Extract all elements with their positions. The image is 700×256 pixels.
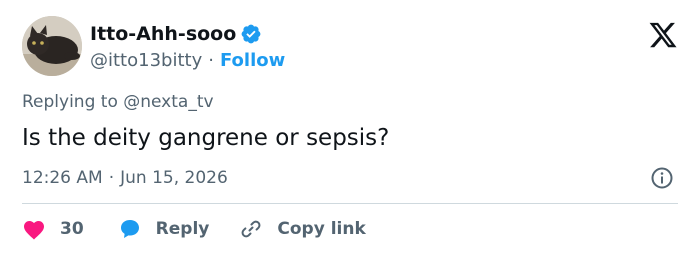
author-name-row: Itto-Ahh-sooo [90, 20, 262, 48]
tweet-actions-bar: 30 Reply Copy link [22, 214, 366, 244]
tweet-time: 12:26 AM [22, 168, 103, 188]
like-button[interactable]: 30 [22, 218, 84, 240]
replying-to-prefix: Replying to [22, 92, 118, 112]
avatar[interactable] [22, 16, 82, 76]
like-count: 30 [60, 219, 84, 239]
copy-link-button[interactable]: Copy link [239, 217, 366, 241]
cat-avatar-icon [22, 16, 82, 76]
timestamp-separator: · [108, 168, 115, 188]
tweet-timestamp[interactable]: 12:26 AM · Jun 15, 2026 [22, 165, 228, 191]
tweet-text: Is the deity gangrene or sepsis? [22, 125, 390, 151]
info-icon[interactable] [650, 166, 674, 190]
verified-badge-icon [240, 23, 262, 45]
follow-button[interactable]: Follow [220, 50, 285, 71]
replying-to-line: Replying to @nexta_tv [22, 92, 214, 112]
reply-bubble-icon [118, 217, 142, 241]
copy-link-label: Copy link [277, 219, 366, 239]
tweet-date: Jun 15, 2026 [120, 168, 228, 188]
reply-label: Reply [155, 219, 210, 239]
handle-separator: · [208, 49, 214, 71]
x-logo-icon[interactable] [648, 20, 678, 50]
divider [22, 203, 678, 204]
embedded-tweet-card: Itto-Ahh-sooo @itto13bitty · Follow Repl… [0, 0, 700, 256]
link-icon [239, 217, 263, 241]
reply-button[interactable]: Reply [118, 217, 210, 241]
author-handle[interactable]: @itto13bitty [90, 50, 202, 71]
author-handle-row: @itto13bitty · Follow [90, 47, 285, 73]
heart-icon [22, 218, 46, 240]
author-display-name[interactable]: Itto-Ahh-sooo [90, 23, 236, 45]
reply-mention-link[interactable]: @nexta_tv [123, 92, 213, 112]
